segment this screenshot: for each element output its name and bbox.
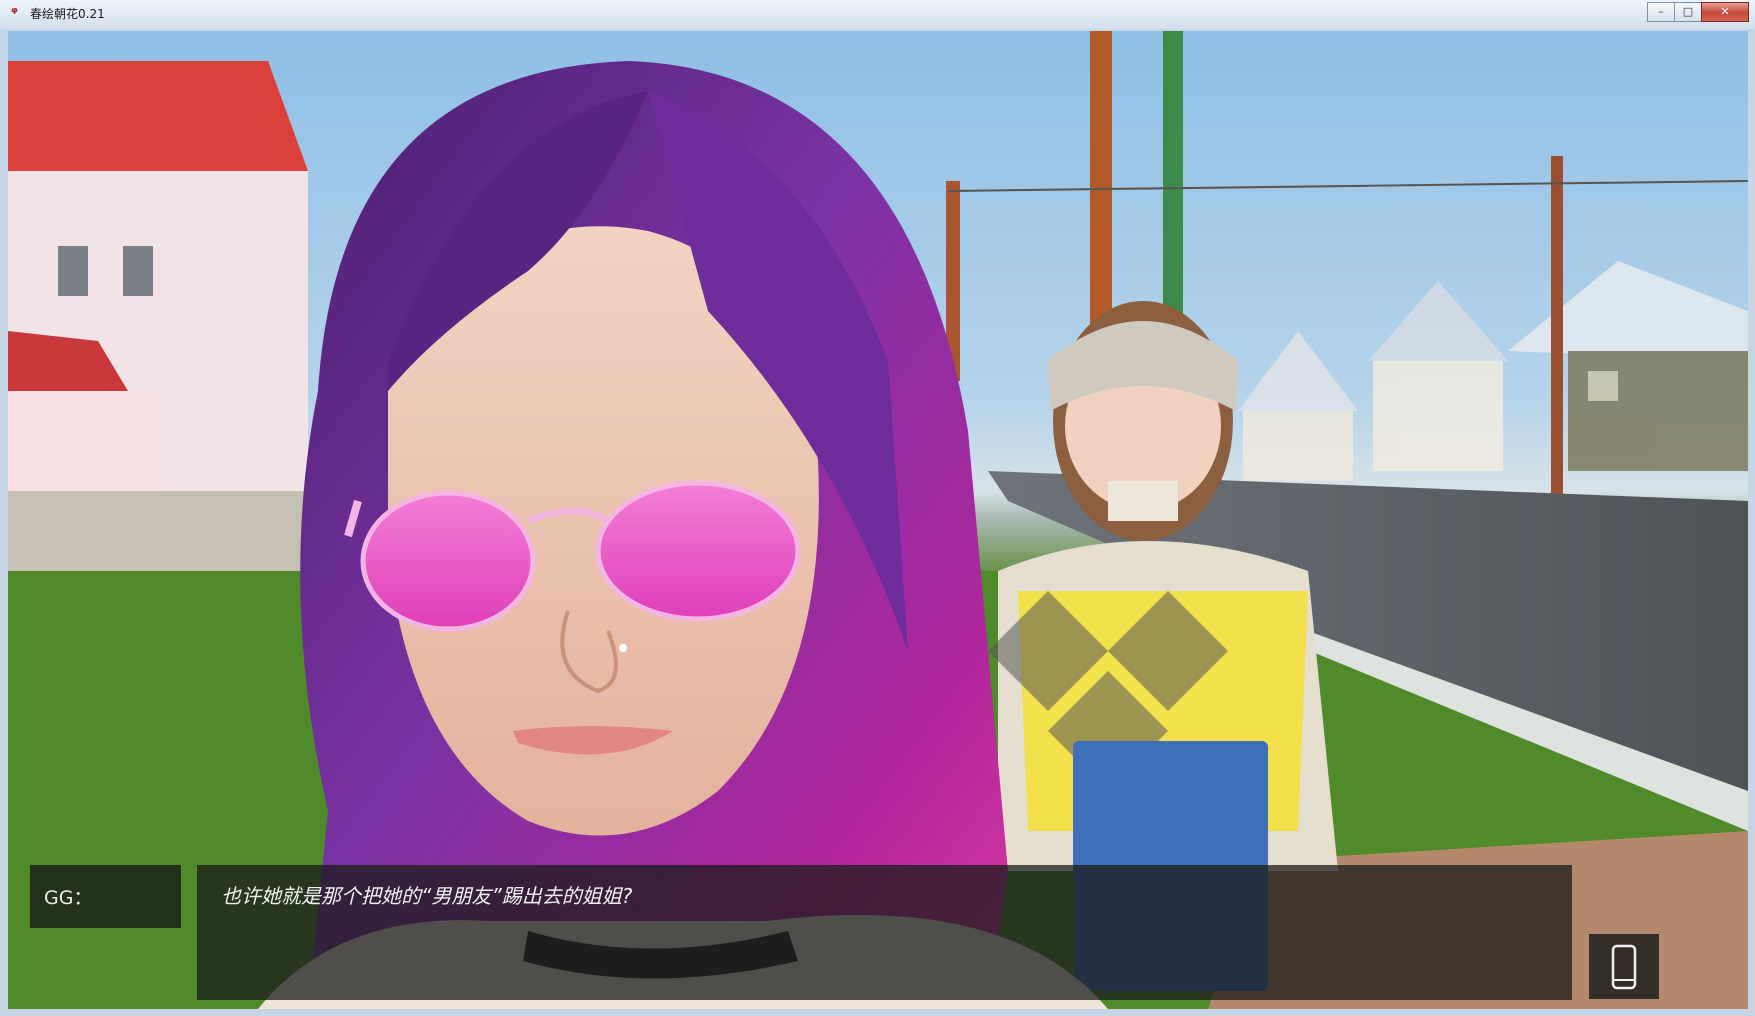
game-frame: GG： 也许她就是那个把她的“男朋友”踢出去的姐姐? bbox=[0, 29, 1755, 1016]
dialogue-text: 也许她就是那个把她的“男朋友”踢出去的姐姐? bbox=[221, 884, 633, 908]
scene-illustration bbox=[8, 31, 1748, 1009]
speaker-name: GG： bbox=[44, 887, 93, 909]
window-controls: – □ ✕ bbox=[1647, 2, 1749, 22]
app-icon: ᵠ bbox=[11, 5, 18, 21]
phone-button[interactable] bbox=[1589, 934, 1659, 999]
dialogue-box[interactable]: 也许她就是那个把她的“男朋友”踢出去的姐姐? bbox=[197, 865, 1572, 1000]
utility-pole bbox=[1090, 31, 1112, 331]
phone-icon bbox=[1611, 944, 1637, 990]
minimize-button[interactable]: – bbox=[1647, 2, 1675, 22]
window-titlebar: ᵠ 春绘朝花0.21 – □ ✕ bbox=[0, 0, 1755, 30]
maximize-button[interactable]: □ bbox=[1674, 2, 1702, 22]
window-title: 春绘朝花0.21 bbox=[30, 7, 105, 21]
close-button[interactable]: ✕ bbox=[1701, 2, 1749, 22]
speaker-name-box: GG： bbox=[30, 865, 181, 928]
red-roof-house bbox=[8, 61, 308, 491]
green-pole bbox=[1163, 31, 1183, 321]
background-houses bbox=[1238, 261, 1748, 481]
game-viewport[interactable]: GG： 也许她就是那个把她的“男朋友”踢出去的姐姐? bbox=[8, 31, 1748, 1009]
